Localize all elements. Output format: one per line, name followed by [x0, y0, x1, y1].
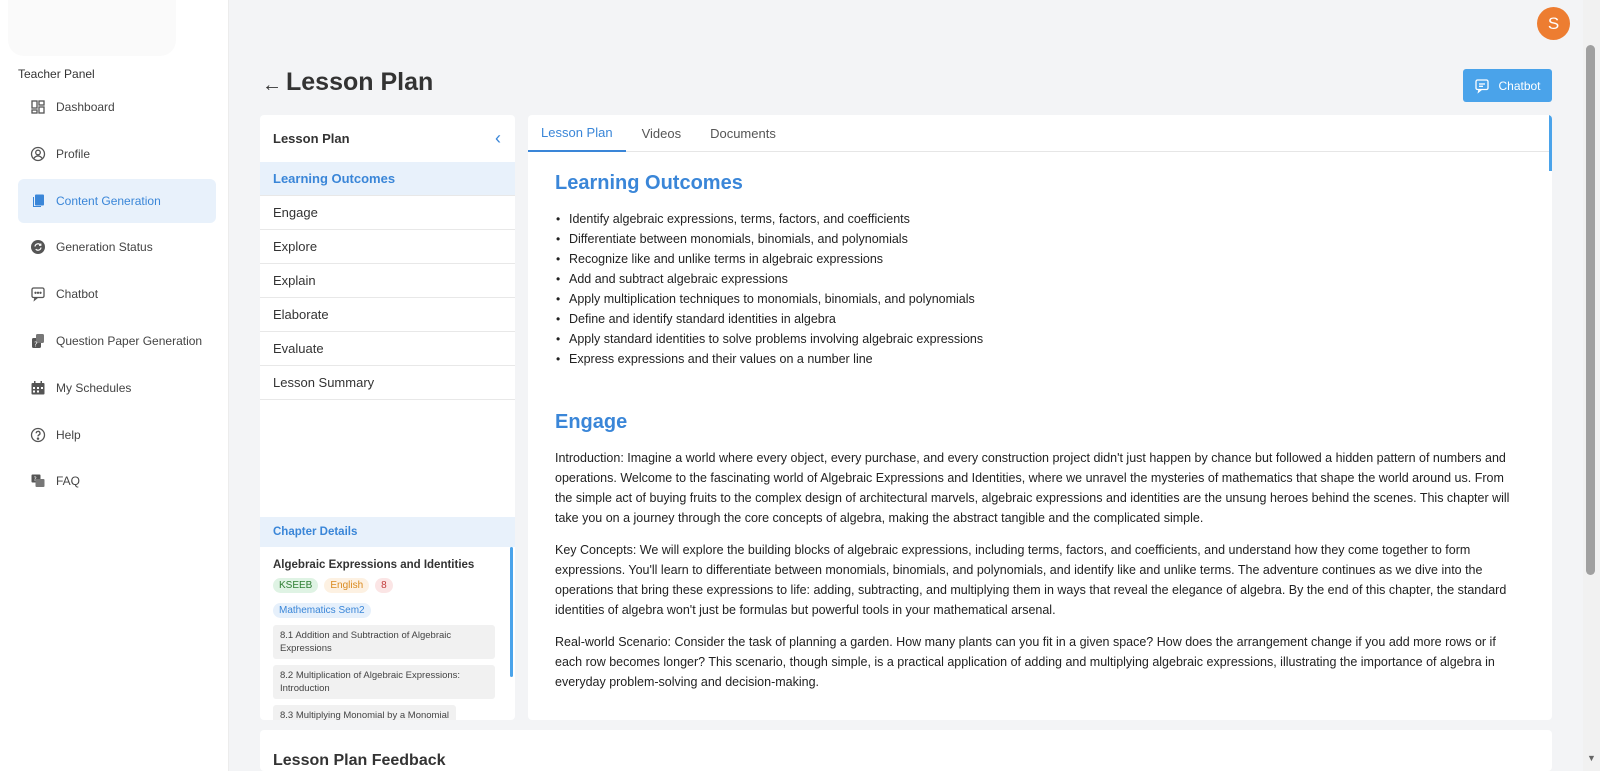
- sidebar-item-label: FAQ: [56, 474, 81, 489]
- sidebar-item-dashboard[interactable]: Dashboard: [18, 85, 216, 129]
- sidebar-item-label: Dashboard: [56, 100, 115, 114]
- list-item: Add and subtract algebraic expressions: [556, 269, 1517, 289]
- faq-icon: ?: [30, 473, 46, 489]
- content-scrollbar[interactable]: [1549, 115, 1552, 171]
- lesson-nav-item-evaluate[interactable]: Evaluate: [260, 332, 515, 366]
- section-item[interactable]: 8.1 Addition and Subtraction of Algebrai…: [273, 625, 495, 659]
- chatbot-button[interactable]: Chatbot: [1463, 69, 1552, 102]
- sidebar-item-chatbot[interactable]: Chatbot: [18, 272, 216, 316]
- tab-videos[interactable]: Videos: [629, 115, 695, 152]
- scrollbar-thumb[interactable]: [1586, 45, 1595, 575]
- question-paper-icon: ?: [30, 333, 46, 349]
- lesson-nav-item-engage[interactable]: Engage: [260, 196, 515, 230]
- sidebar-item-my-schedules[interactable]: My Schedules: [18, 366, 216, 410]
- profile-icon: [30, 146, 46, 162]
- chapter-details: Algebraic Expressions and Identities KSE…: [260, 547, 515, 720]
- lesson-nav-panel: Lesson Plan ‹ Learning Outcomes Engage E…: [260, 115, 515, 720]
- sidebar-item-label: My Schedules: [56, 380, 132, 395]
- lesson-nav-title: Lesson Plan: [273, 131, 350, 146]
- content-icon: [30, 193, 46, 209]
- outcomes-list: Identify algebraic expressions, terms, f…: [555, 209, 1517, 369]
- list-item: Define and identify standard identities …: [556, 309, 1517, 329]
- chevron-left-icon[interactable]: ‹: [495, 128, 501, 149]
- section-item[interactable]: 8.2 Multiplication of Algebraic Expressi…: [273, 665, 495, 699]
- chapter-tags: KSEEB English 8: [273, 578, 500, 593]
- lesson-nav-item-elaborate[interactable]: Elaborate: [260, 298, 515, 332]
- lesson-content-panel: Lesson Plan Videos Documents Learning Ou…: [528, 115, 1552, 720]
- sidebar-item-generation-status[interactable]: Generation Status: [18, 225, 216, 269]
- svg-text:?: ?: [34, 476, 37, 483]
- svg-text:?: ?: [34, 340, 38, 348]
- panel-label: Teacher Panel: [18, 67, 95, 81]
- list-item: Recognize like and unlike terms in algeb…: [556, 249, 1517, 269]
- chapter-title: Algebraic Expressions and Identities: [273, 559, 475, 571]
- lesson-nav-header: Lesson Plan ‹: [260, 115, 515, 162]
- section-item[interactable]: 8.3 Multiplying Monomial by a Monomial: [273, 705, 456, 720]
- calendar-icon: [30, 380, 46, 396]
- chat-icon: [1475, 78, 1490, 94]
- engage-paragraph: Real-world Scenario: Consider the task o…: [555, 635, 1496, 689]
- page-title: Lesson Plan: [286, 68, 434, 96]
- sidebar-item-faq[interactable]: ? FAQ: [18, 459, 216, 503]
- scroll-down-icon[interactable]: ▼: [1587, 753, 1596, 763]
- language-badge: English: [324, 578, 370, 593]
- tab-documents[interactable]: Documents: [697, 115, 789, 152]
- avatar[interactable]: S: [1537, 7, 1570, 40]
- subject-badge: Mathematics Sem2: [273, 603, 371, 618]
- feedback-title: Lesson Plan Feedback: [273, 752, 446, 769]
- list-item: Differentiate between monomials, binomia…: [556, 229, 1517, 249]
- chat-icon: [30, 286, 46, 302]
- sidebar-item-label: Generation Status: [56, 240, 153, 255]
- lesson-content: Learning Outcomes Identify algebraic exp…: [555, 172, 1517, 704]
- lesson-nav-item-explore[interactable]: Explore: [260, 230, 515, 264]
- engage-paragraph: Introduction: Imagine a world where ever…: [555, 451, 1510, 525]
- sidebar: Teacher Panel Dashboard Profile Content …: [0, 0, 229, 771]
- feedback-card: Lesson Plan Feedback: [260, 730, 1552, 771]
- lesson-nav-item-lesson-summary[interactable]: Lesson Summary: [260, 366, 515, 400]
- sidebar-item-content-generation[interactable]: Content Generation: [18, 178, 216, 223]
- sidebar-item-label: Content Generation: [56, 193, 161, 208]
- section-title-learning-outcomes: Learning Outcomes: [555, 172, 743, 194]
- sidebar-item-label: Chatbot: [56, 287, 99, 302]
- list-item: Apply multiplication techniques to monom…: [556, 289, 1517, 309]
- sidebar-item-help[interactable]: Help: [18, 413, 216, 457]
- content-tabs: Lesson Plan Videos Documents: [528, 115, 1552, 152]
- back-arrow-icon[interactable]: ←: [262, 74, 282, 97]
- sidebar-item-label: Question Paper Generation: [56, 333, 203, 348]
- sidebar-nav: Dashboard Profile Content Generation Gen…: [18, 85, 216, 506]
- section-title-engage: Engage: [555, 411, 628, 433]
- chapter-scrollbar[interactable]: [510, 547, 513, 677]
- sidebar-item-profile[interactable]: Profile: [18, 132, 216, 176]
- board-badge: KSEEB: [273, 578, 319, 593]
- chatbot-button-label: Chatbot: [1498, 78, 1541, 93]
- dashboard-icon: [30, 99, 46, 115]
- engage-paragraph: Key Concepts: We will explore the buildi…: [555, 543, 1507, 617]
- help-icon: [30, 427, 46, 443]
- window-scrollbar[interactable]: ▼: [1583, 0, 1600, 771]
- sidebar-item-question-paper-generation[interactable]: ? Question Paper Generation: [18, 319, 216, 363]
- list-item: Identify algebraic expressions, terms, f…: [556, 209, 1517, 229]
- sidebar-item-label: Help: [56, 427, 81, 442]
- tab-lesson-plan[interactable]: Lesson Plan: [528, 115, 626, 152]
- lesson-nav-item-explain[interactable]: Explain: [260, 264, 515, 298]
- list-item: Express expressions and their values on …: [556, 349, 1517, 369]
- top-bar: [229, 0, 1583, 48]
- refresh-icon: [30, 239, 46, 255]
- chapter-details-header: Chapter Details: [260, 517, 515, 547]
- list-item: Apply standard identities to solve probl…: [556, 329, 1517, 349]
- logo: [8, 0, 176, 56]
- lesson-nav-item-learning-outcomes[interactable]: Learning Outcomes: [260, 162, 515, 196]
- sidebar-item-label: Profile: [56, 146, 91, 161]
- grade-badge: 8: [375, 578, 393, 593]
